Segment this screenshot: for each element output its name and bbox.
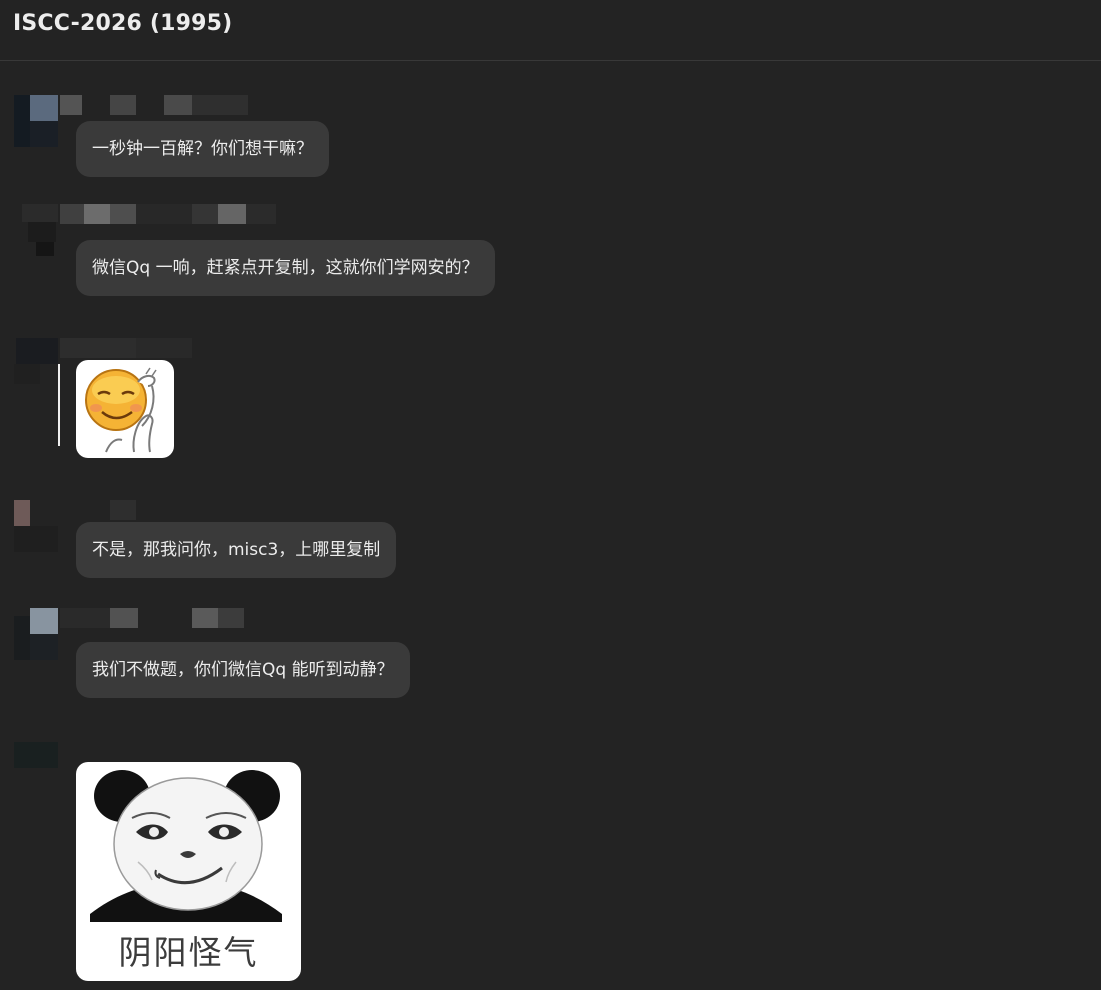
chat-window: ISCC-2026 (1995) 一秒钟一百解？你们想干嘛？ 微信Qq 一响，赶… bbox=[0, 0, 1101, 990]
message-text: 微信Qq 一响，赶紧点开复制，这就你们学网安的？ bbox=[92, 258, 479, 278]
avatar[interactable] bbox=[14, 608, 60, 660]
avatar[interactable] bbox=[14, 500, 60, 552]
divider bbox=[58, 364, 60, 446]
avatar[interactable] bbox=[14, 338, 60, 390]
message-bubble[interactable]: 微信Qq 一响，赶紧点开复制，这就你们学网安的？ bbox=[76, 240, 495, 296]
avatar[interactable] bbox=[14, 742, 60, 794]
sticker-caption: 阴阳怪气 bbox=[118, 933, 259, 972]
message-bubble[interactable]: 我们不做题，你们微信Qq 能听到动静？ bbox=[76, 642, 410, 698]
smiling-emoji-icon bbox=[85, 367, 157, 453]
chat-title[interactable]: ISCC-2026 (1995) bbox=[13, 11, 232, 36]
sticker-image[interactable] bbox=[76, 360, 174, 458]
sticker-image[interactable]: 阴阳怪气 bbox=[76, 762, 301, 981]
avatar[interactable] bbox=[14, 204, 60, 256]
message-bubble[interactable]: 不是，那我问你，misc3，上哪里复制 bbox=[76, 522, 397, 578]
message-bubble[interactable]: 一秒钟一百解？你们想干嘛？ bbox=[76, 121, 329, 177]
message-text: 一秒钟一百解？你们想干嘛？ bbox=[92, 139, 313, 159]
avatar[interactable] bbox=[14, 95, 60, 147]
message-text: 不是，那我问你，misc3，上哪里复制 bbox=[92, 540, 381, 560]
message-text: 我们不做题，你们微信Qq 能听到动静？ bbox=[92, 660, 394, 680]
chat-header: ISCC-2026 (1995) bbox=[0, 0, 1101, 61]
